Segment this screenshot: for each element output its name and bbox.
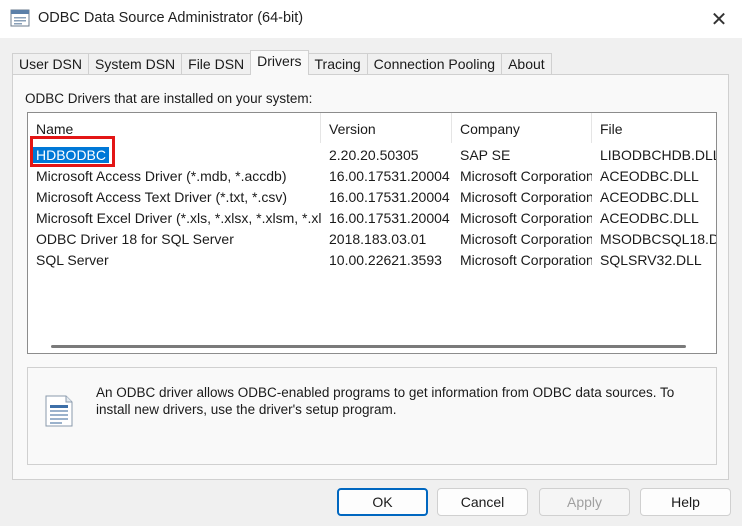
close-icon: ✕ — [710, 8, 728, 31]
tab-connection-pooling[interactable]: Connection Pooling — [366, 53, 503, 75]
driver-version: 16.00.17531.20004 — [329, 210, 450, 226]
driver-version: 2.20.20.50305 — [329, 147, 419, 163]
driver-company: Microsoft Corporation — [460, 231, 592, 247]
drivers-group-label: ODBC Drivers that are installed on your … — [25, 91, 313, 106]
driver-name: Microsoft Excel Driver (*.xls, *.xlsx, *… — [36, 210, 321, 226]
database-document-icon — [45, 395, 73, 427]
driver-file: ACEODBC.DLL — [600, 168, 699, 184]
title-bar: ODBC Data Source Administrator (64-bit) … — [0, 0, 742, 38]
driver-file: MSODBCSQL18.DLL — [600, 231, 716, 247]
driver-company: Microsoft Corporation — [460, 189, 592, 205]
tab-drivers[interactable]: Drivers — [250, 50, 309, 75]
driver-row[interactable]: Microsoft Excel Driver (*.xls, *.xlsx, *… — [28, 208, 716, 229]
info-description: An ODBC driver allows ODBC-enabled progr… — [96, 385, 675, 417]
list-header: Name Version Company File — [28, 113, 716, 143]
driver-file: ACEODBC.DLL — [600, 210, 699, 226]
help-button[interactable]: Help — [640, 488, 731, 516]
ok-button[interactable]: OK — [337, 488, 428, 516]
column-header-file[interactable]: File — [592, 113, 716, 143]
selection-annotation-box — [30, 136, 115, 167]
driver-version: 16.00.17531.20004 — [329, 189, 450, 205]
cancel-button[interactable]: Cancel — [437, 488, 528, 516]
driver-company: Microsoft Corporation — [460, 168, 592, 184]
drivers-list[interactable]: Name Version Company File HDBODBC 2.20.2… — [27, 112, 717, 354]
tab-system-dsn[interactable]: System DSN — [88, 53, 183, 75]
driver-row-hdbodbc[interactable]: HDBODBC 2.20.20.50305 SAP SE LIBODBCHDB.… — [28, 145, 716, 166]
driver-company: Microsoft Corporation — [460, 252, 592, 268]
driver-row[interactable]: SQL Server 10.00.22621.3593 Microsoft Co… — [28, 250, 716, 271]
driver-file: ACEODBC.DLL — [600, 189, 699, 205]
info-box: An ODBC driver allows ODBC-enabled progr… — [27, 367, 717, 465]
column-header-version[interactable]: Version — [321, 113, 452, 143]
window-title: ODBC Data Source Administrator (64-bit) — [38, 10, 304, 26]
driver-row[interactable]: Microsoft Access Text Driver (*.txt, *.c… — [28, 187, 716, 208]
driver-company: Microsoft Corporation — [460, 210, 592, 226]
driver-row[interactable]: ODBC Driver 18 for SQL Server 2018.183.0… — [28, 229, 716, 250]
driver-company: SAP SE — [460, 147, 511, 163]
tab-strip: User DSN System DSN File DSN Drivers Tra… — [12, 50, 552, 75]
driver-file: SQLSRV32.DLL — [600, 252, 702, 268]
driver-name: Microsoft Access Text Driver (*.txt, *.c… — [36, 189, 288, 205]
driver-name: ODBC Driver 18 for SQL Server — [36, 231, 234, 247]
tab-tracing[interactable]: Tracing — [307, 53, 368, 75]
tab-user-dsn[interactable]: User DSN — [12, 53, 90, 75]
tab-file-dsn[interactable]: File DSN — [181, 53, 252, 75]
column-header-company[interactable]: Company — [452, 113, 592, 143]
close-button[interactable]: ✕ — [696, 0, 742, 38]
apply-button[interactable]: Apply — [539, 488, 630, 516]
horizontal-scrollbar[interactable] — [28, 337, 716, 353]
driver-file: LIBODBCHDB.DLL — [600, 147, 716, 163]
driver-name: Microsoft Access Driver (*.mdb, *.accdb) — [36, 168, 287, 184]
tab-about[interactable]: About — [501, 53, 552, 75]
driver-version: 10.00.22621.3593 — [329, 252, 442, 268]
driver-version: 16.00.17531.20004 — [329, 168, 450, 184]
driver-row[interactable]: Microsoft Access Driver (*.mdb, *.accdb)… — [28, 166, 716, 187]
scrollbar-thumb[interactable] — [51, 345, 686, 348]
driver-version: 2018.183.03.01 — [329, 231, 427, 247]
driver-name: SQL Server — [36, 252, 109, 268]
odbc-admin-icon — [10, 9, 30, 27]
